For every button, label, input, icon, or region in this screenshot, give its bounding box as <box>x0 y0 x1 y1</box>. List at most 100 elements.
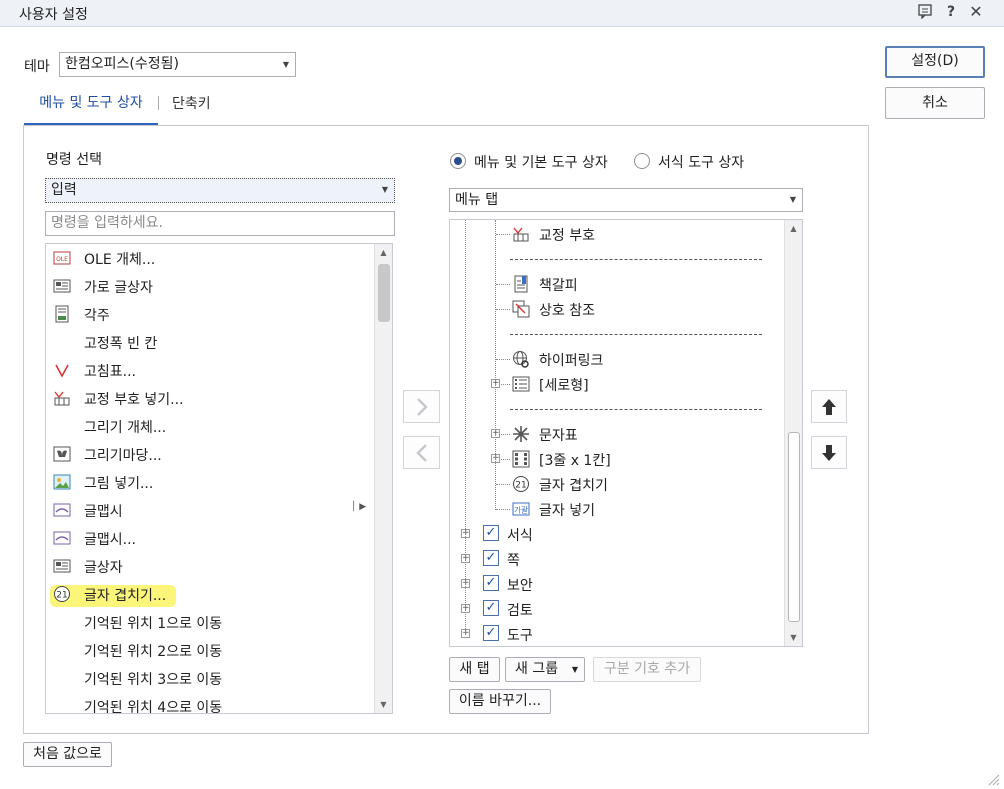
scroll-down-icon[interactable]: ▼ <box>785 629 802 646</box>
tree-item-label: 글자 겹치기 <box>539 478 608 494</box>
scroll-thumb[interactable] <box>788 432 800 622</box>
scroll-up-icon[interactable]: ▲ <box>375 244 392 261</box>
tree-item-label: 보안 <box>507 578 533 594</box>
tree-item[interactable]: 21 글자 겹치기 <box>450 472 780 497</box>
tree-item[interactable]: + [3줄 x 1칸] <box>450 447 780 472</box>
clipart-icon <box>53 445 71 463</box>
tree-scrollbar[interactable]: ▲ ▼ <box>784 220 802 646</box>
list-item[interactable]: 글맵시 │ ▶ <box>53 497 373 525</box>
ok-button[interactable]: 설정(D) <box>885 46 985 78</box>
tree-item[interactable]: + ✓ 보안 <box>450 572 780 597</box>
move-down-button[interactable] <box>811 436 847 469</box>
title-bar <box>0 0 1004 27</box>
list-item-label: 그리기마당... <box>84 448 162 464</box>
window-title: 사용자 설정 <box>19 7 88 23</box>
menu-tree[interactable]: 교정 부호 책갈피 상호 참조 하이퍼링크 + [세로형] + 문자표 + [3줄 x 1칸] 21… <box>449 219 803 647</box>
bookmark-icon <box>512 275 530 293</box>
visibility-checkbox[interactable]: ✓ <box>483 575 499 591</box>
list-item[interactable]: 가로 글상자 <box>53 273 373 301</box>
move-up-button[interactable] <box>811 390 847 423</box>
reset-button[interactable]: 처음 값으로 <box>23 742 112 767</box>
target-combo-value: 메뉴 탭 <box>455 192 499 208</box>
remove-command-button[interactable] <box>403 436 440 469</box>
help-icon[interactable]: ? <box>942 3 960 21</box>
submenu-arrow-icon: │ ▶ <box>351 502 367 512</box>
cancel-button[interactable]: 취소 <box>885 87 985 119</box>
picture-icon <box>53 473 71 491</box>
list-item[interactable]: 교정 부호 넣기... <box>53 385 373 413</box>
separator-line <box>510 259 762 260</box>
list-item[interactable]: 그림 넣기... <box>53 469 373 497</box>
tree-item-label: 도구 <box>507 628 533 644</box>
list-item-label: 교정 부호 넣기... <box>84 392 184 408</box>
svg-text:21: 21 <box>515 481 526 491</box>
tree-item[interactable]: + ✓ 쪽 <box>450 547 780 572</box>
tree-item-label: 교정 부호 <box>539 228 595 244</box>
tree-item-label: 검토 <box>507 603 533 619</box>
list-item-label: 기억된 위치 3으로 이동 <box>84 672 223 688</box>
list-item[interactable]: OLE OLE 개체... <box>53 245 373 273</box>
category-combo[interactable]: 입력 ▼ <box>45 178 395 203</box>
command-search-placeholder: 명령을 입력하세요. <box>51 215 163 231</box>
list-item[interactable]: 각주 <box>53 301 373 329</box>
command-list[interactable]: OLE OLE 개체... 가로 글상자 각주고정폭 빈 칸고침표... 교정 부호 넣… <box>45 243 393 714</box>
tree-item[interactable]: + ✓ 서식 <box>450 522 780 547</box>
separator-line <box>510 409 762 410</box>
tree-item[interactable]: + ✓ 검토 <box>450 597 780 622</box>
list-item[interactable]: 그리기마당... <box>53 441 373 469</box>
radio-format-toolbox[interactable] <box>634 153 650 169</box>
list-item[interactable]: 글상자 <box>53 553 373 581</box>
list-item-label: 고정폭 빈 칸 <box>84 336 158 352</box>
visibility-checkbox[interactable]: ✓ <box>483 550 499 566</box>
close-icon[interactable]: ✕ <box>967 3 985 21</box>
radio-format-toolbox-label: 서식 도구 상자 <box>658 155 745 171</box>
tree-item[interactable]: + ✓ 도구 <box>450 622 780 646</box>
tab-menu-toolbox[interactable]: 메뉴 및 도구 상자 <box>24 93 158 125</box>
resize-grip-icon[interactable] <box>986 772 1000 786</box>
scroll-up-icon[interactable]: ▲ <box>785 220 802 237</box>
visibility-checkbox[interactable]: ✓ <box>483 625 499 641</box>
add-command-button[interactable] <box>403 390 440 423</box>
tree-separator[interactable] <box>450 247 780 272</box>
tree-item[interactable]: 가괄 글자 넣기 <box>450 497 780 522</box>
list-item[interactable]: 기억된 위치 3으로 이동 <box>53 665 373 693</box>
list-item[interactable]: 고정폭 빈 칸 <box>53 329 373 357</box>
list-item[interactable]: 기억된 위치 2으로 이동 <box>53 637 373 665</box>
tree-item[interactable]: + [세로형] <box>450 372 780 397</box>
list-item[interactable]: 글맵시... <box>53 525 373 553</box>
radio-menu-toolbox[interactable] <box>450 153 466 169</box>
list-item-label: 글상자 <box>84 560 123 576</box>
tree-item[interactable]: 책갈피 <box>450 272 780 297</box>
target-combo[interactable]: 메뉴 탭 ▼ <box>449 188 803 212</box>
svg-text:OLE: OLE <box>56 256 68 263</box>
new-tab-button[interactable]: 새 탭 <box>449 657 500 682</box>
theme-combo[interactable]: 한컴오피스(수정됨) ▼ <box>59 52 296 77</box>
list-item-label: 글자 겹치기... <box>84 588 167 604</box>
tree-item[interactable]: 상호 참조 <box>450 297 780 322</box>
list-item[interactable]: 기억된 위치 4으로 이동 <box>53 693 373 713</box>
ole-icon: OLE <box>53 249 71 267</box>
scroll-down-icon[interactable]: ▼ <box>375 696 392 713</box>
list-item[interactable]: 기억된 위치 1으로 이동 <box>53 609 373 637</box>
visibility-checkbox[interactable]: ✓ <box>483 525 499 541</box>
visibility-checkbox[interactable]: ✓ <box>483 600 499 616</box>
list-item[interactable]: 고침표... <box>53 357 373 385</box>
comment-icon[interactable] <box>916 3 934 21</box>
new-group-button[interactable]: 새 그룹 ▼ <box>505 657 585 682</box>
tree-separator[interactable] <box>450 397 780 422</box>
add-separator-button[interactable]: 구분 기호 추가 <box>593 657 701 682</box>
rename-button[interactable]: 이름 바꾸기... <box>449 689 551 714</box>
tree-separator[interactable] <box>450 322 780 347</box>
list-item[interactable]: 그리기 개체... <box>53 413 373 441</box>
tree-item[interactable]: + 문자표 <box>450 422 780 447</box>
tab-shortcut[interactable]: 단축키 <box>172 93 211 113</box>
list-item[interactable]: 21 글자 겹치기... <box>50 581 373 609</box>
tab-divider <box>158 96 159 110</box>
command-search-input[interactable]: 명령을 입력하세요. <box>45 211 395 236</box>
command-list-scrollbar[interactable]: ▲ ▼ <box>374 244 392 713</box>
tree-item[interactable]: 하이퍼링크 <box>450 347 780 372</box>
scroll-thumb[interactable] <box>378 264 390 322</box>
chevron-down-icon: ▼ <box>381 185 388 194</box>
tree-item[interactable]: 교정 부호 <box>450 222 780 247</box>
tree-item-label: 하이퍼링크 <box>539 353 604 369</box>
